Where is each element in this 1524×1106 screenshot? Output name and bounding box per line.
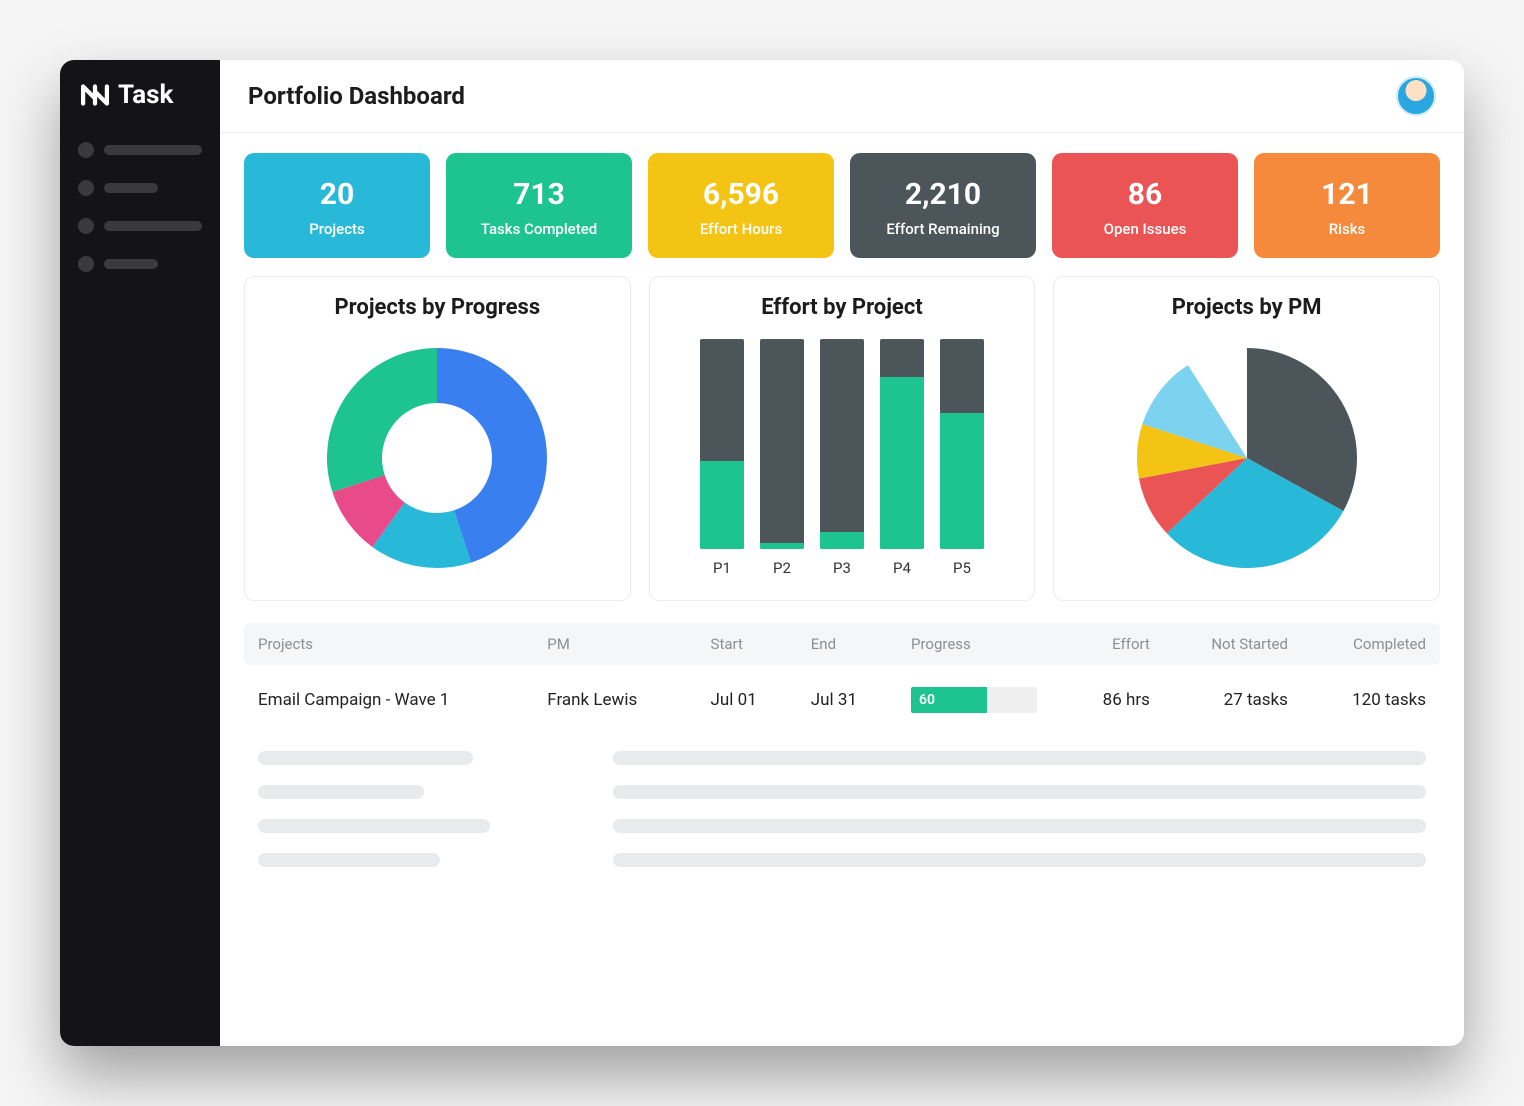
skeleton-rows <box>244 741 1440 877</box>
cell-end: Jul 31 <box>811 690 899 710</box>
col-start: Start <box>711 635 799 653</box>
table-header: Projects PM Start End Progress Effort No… <box>244 623 1440 665</box>
user-avatar[interactable] <box>1396 76 1436 116</box>
bar-label: P2 <box>760 559 804 577</box>
nav-item-placeholder[interactable] <box>78 256 202 272</box>
chart-cards-row: Projects by Progress Effort by Project P… <box>244 276 1440 601</box>
col-completed: Completed <box>1300 635 1426 653</box>
pie-chart <box>1127 338 1367 578</box>
nav-item-placeholder[interactable] <box>78 180 202 196</box>
progress-bar: 60 <box>911 687 1037 713</box>
stat-label: Tasks Completed <box>456 220 622 238</box>
stat-card[interactable]: 20 Projects <box>244 153 430 258</box>
dashboard-content: 20 Projects 713 Tasks Completed 6,596 Effort … <box>220 133 1464 897</box>
bar-column <box>700 339 744 549</box>
cell-effort: 86 hrs <box>1049 690 1150 710</box>
progress-label: 60 <box>919 692 935 708</box>
chart-title: Projects by Progress <box>335 295 541 320</box>
cell-pm: Frank Lewis <box>547 690 698 710</box>
nav-item-placeholder[interactable] <box>78 142 202 158</box>
app-window: Task Portfolio Dashboard 20 Projects 713 Ta… <box>60 60 1464 1046</box>
stat-value: 713 <box>456 177 622 212</box>
col-pm: PM <box>547 635 698 653</box>
bar-label: P1 <box>700 559 744 577</box>
stat-card[interactable]: 121 Risks <box>1254 153 1440 258</box>
bar-column <box>880 339 924 549</box>
stat-card[interactable]: 86 Open Issues <box>1052 153 1238 258</box>
chart-projects-by-progress: Projects by Progress <box>244 276 631 601</box>
cell-project: Email Campaign - Wave 1 <box>258 690 535 710</box>
chart-title: Projects by PM <box>1172 295 1322 320</box>
col-effort: Effort <box>1049 635 1150 653</box>
stat-label: Effort Hours <box>658 220 824 238</box>
stat-value: 20 <box>254 177 420 212</box>
bar-chart-labels: P1 P2 P3 P4 P5 <box>700 559 984 577</box>
stat-value: 6,596 <box>658 177 824 212</box>
donut-chart <box>317 338 557 578</box>
projects-table: Projects PM Start End Progress Effort No… <box>244 623 1440 877</box>
stat-card[interactable]: 713 Tasks Completed <box>446 153 632 258</box>
bar-label: P4 <box>880 559 924 577</box>
header: Portfolio Dashboard <box>220 60 1464 133</box>
stat-card[interactable]: 2,210 Effort Remaining <box>850 153 1036 258</box>
stat-label: Risks <box>1264 220 1430 238</box>
col-not-started: Not Started <box>1162 635 1288 653</box>
nav-item-placeholder[interactable] <box>78 218 202 234</box>
chart-effort-by-project: Effort by Project P1 P2 P3 P4 P5 <box>649 276 1036 601</box>
app-logo[interactable]: Task <box>74 78 206 112</box>
sidebar: Task <box>60 60 220 1046</box>
progress-fill: 60 <box>911 687 987 713</box>
stat-label: Effort Remaining <box>860 220 1026 238</box>
app-name: Task <box>118 80 173 110</box>
col-end: End <box>811 635 899 653</box>
stat-card[interactable]: 6,596 Effort Hours <box>648 153 834 258</box>
page-title: Portfolio Dashboard <box>248 82 465 110</box>
bar-label: P3 <box>820 559 864 577</box>
col-progress: Progress <box>911 635 1037 653</box>
stat-value: 2,210 <box>860 177 1026 212</box>
stat-value: 121 <box>1264 177 1430 212</box>
col-projects: Projects <box>258 635 535 653</box>
bar-chart <box>700 339 984 549</box>
stat-cards-row: 20 Projects 713 Tasks Completed 6,596 Effort … <box>244 153 1440 258</box>
bar-column <box>940 339 984 549</box>
cell-completed: 120 tasks <box>1300 690 1426 710</box>
cell-progress: 60 <box>911 687 1037 713</box>
chart-projects-by-pm: Projects by PM <box>1053 276 1440 601</box>
stat-label: Projects <box>254 220 420 238</box>
bar-column <box>760 339 804 549</box>
bar-label: P5 <box>940 559 984 577</box>
chart-title: Effort by Project <box>761 295 923 320</box>
stat-label: Open Issues <box>1062 220 1228 238</box>
cell-not-started: 27 tasks <box>1162 690 1288 710</box>
main-content: Portfolio Dashboard 20 Projects 713 Tasks C… <box>220 60 1464 1046</box>
stat-value: 86 <box>1062 177 1228 212</box>
table-row[interactable]: Email Campaign - Wave 1 Frank Lewis Jul … <box>244 665 1440 735</box>
logo-icon <box>78 78 112 112</box>
cell-start: Jul 01 <box>711 690 799 710</box>
bar-column <box>820 339 864 549</box>
